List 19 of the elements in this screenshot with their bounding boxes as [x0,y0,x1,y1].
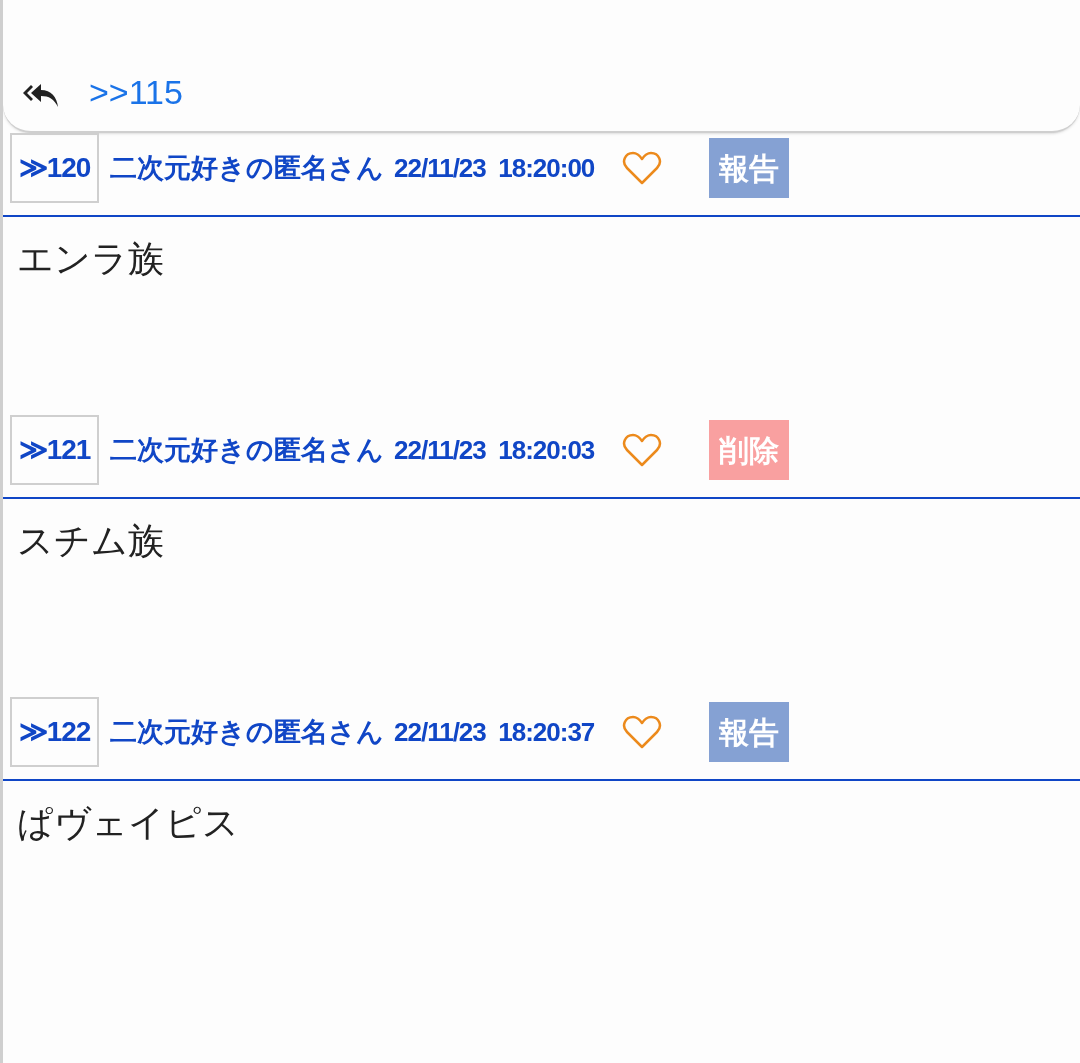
post-date: 22/11/23 18:20:03 [394,433,595,467]
post-body: ぱヴェイピス [16,801,240,841]
post-date: 22/11/23 18:20:37 [394,715,595,749]
report-button[interactable]: 報告 [709,702,790,762]
reply-anchor-link[interactable]: >>115 [89,75,183,109]
post-number-link[interactable]: ≫121 [10,415,99,485]
poster-name: 二次元好きの匿名さん [110,715,384,749]
post-number-link[interactable]: ≫122 [10,697,99,767]
heart-icon[interactable] [622,150,663,186]
heart-icon[interactable] [622,432,663,468]
reply-all-icon[interactable] [21,81,61,109]
report-button[interactable]: 報告 [709,138,790,198]
post-date: 22/11/23 18:20:00 [394,151,595,185]
poster-name: 二次元好きの匿名さん [110,433,384,467]
post-number-link[interactable]: ≫120 [10,133,99,203]
poster-name: 二次元好きの匿名さん [110,151,384,185]
heart-icon[interactable] [622,714,663,750]
post-body: エンラ族 [16,237,165,277]
post-body: スチム族 [16,519,165,559]
